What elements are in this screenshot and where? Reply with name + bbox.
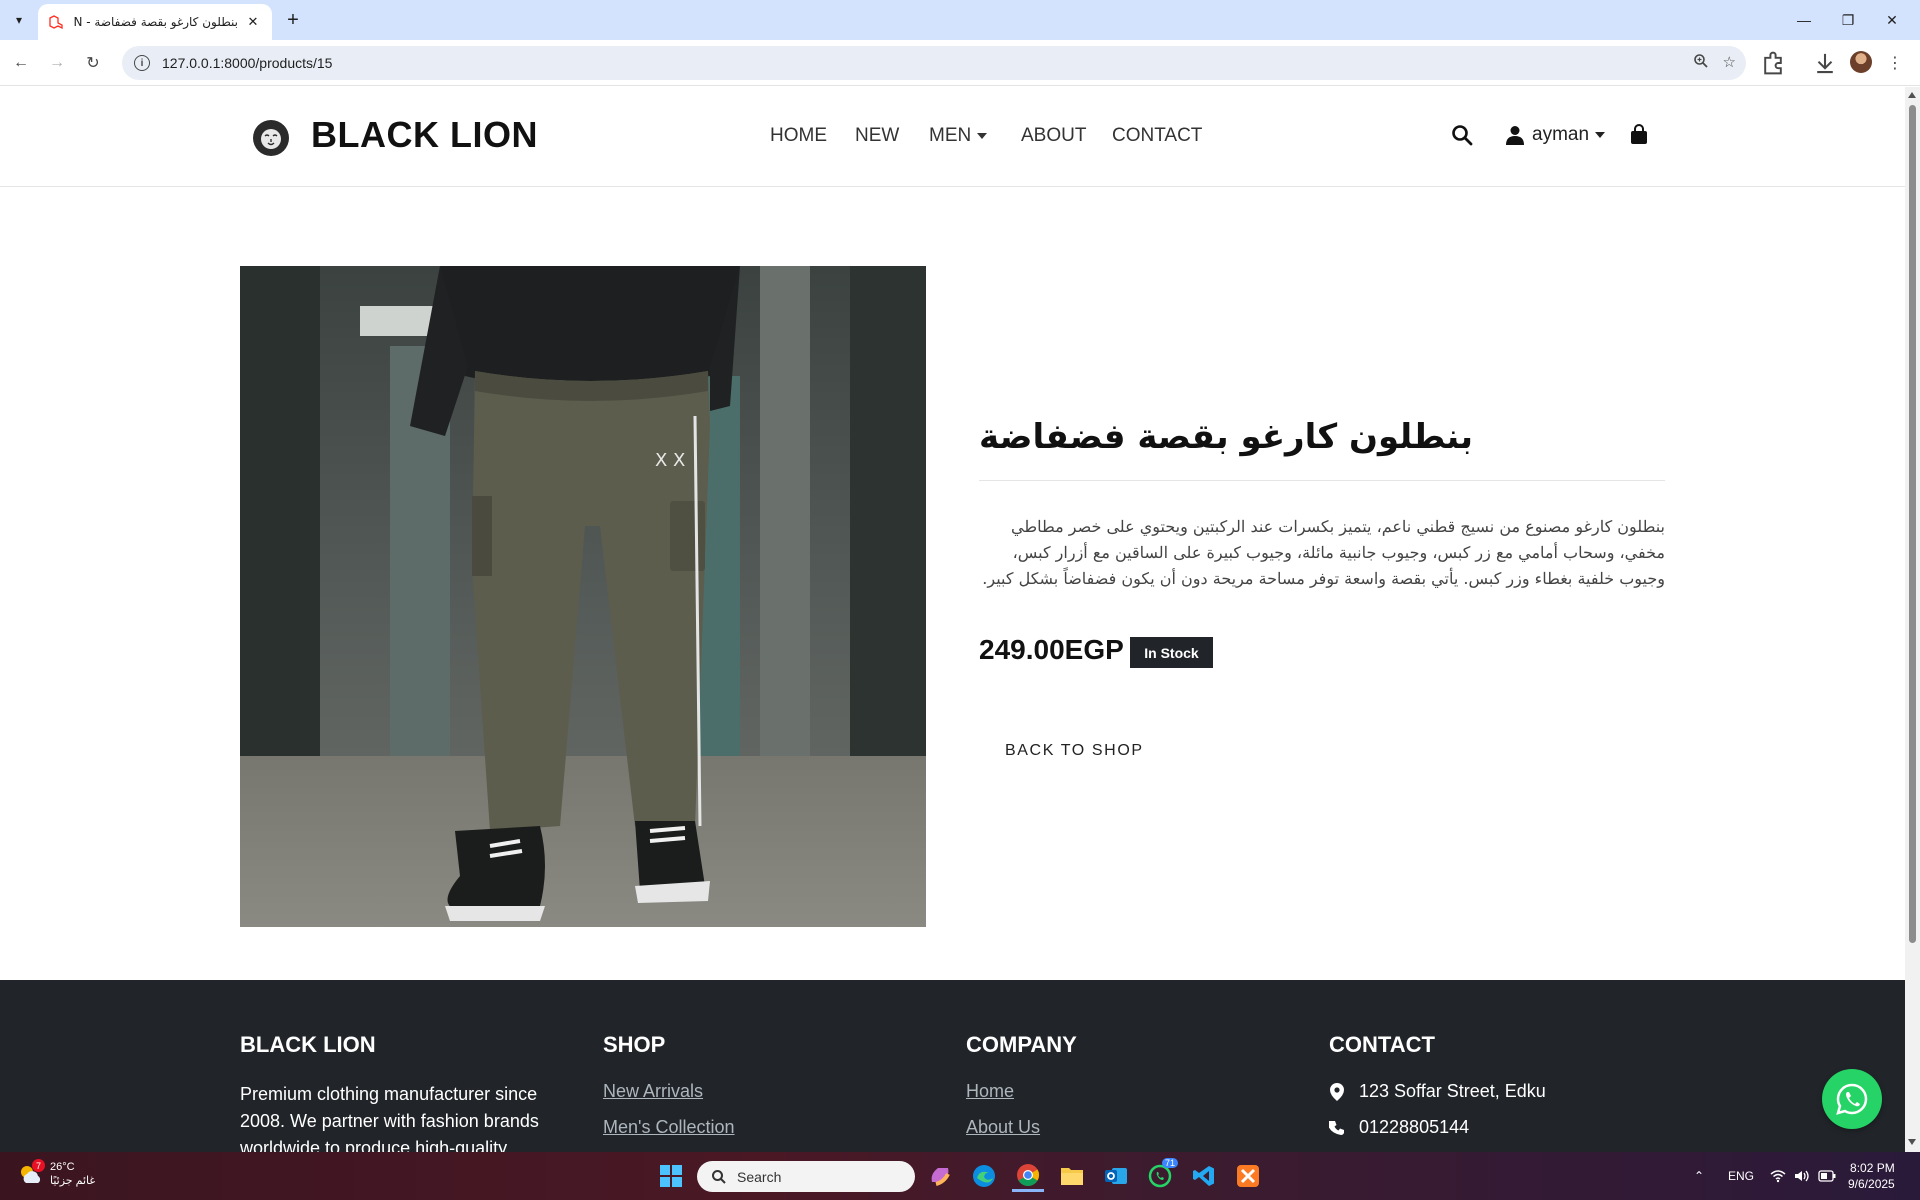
footer-heading-company: COMPANY bbox=[966, 1032, 1077, 1057]
svg-text:X X: X X bbox=[655, 450, 685, 471]
close-window-icon[interactable]: ✕ bbox=[1870, 6, 1914, 34]
partly-cloudy-icon: 7 bbox=[18, 1159, 45, 1185]
footer-link-mens-collection[interactable]: Men's Collection bbox=[603, 1117, 735, 1138]
chevron-down-icon bbox=[1595, 132, 1606, 138]
browser-tab[interactable]: بنطلون كارغو بقصة فضفاضة - N ✕ bbox=[38, 4, 272, 40]
product-price: 249.00EGP bbox=[979, 634, 1124, 665]
nav-contact[interactable]: CONTACT bbox=[1112, 125, 1202, 147]
lion-logo-icon[interactable] bbox=[250, 117, 292, 159]
stock-badge: In Stock bbox=[1130, 637, 1213, 668]
scroll-up-icon[interactable] bbox=[1908, 92, 1916, 98]
chevron-down-icon bbox=[977, 132, 988, 139]
footer-about-text: Premium clothing manufacturer since 2008… bbox=[240, 1084, 539, 1152]
edge-icon[interactable] bbox=[968, 1160, 1000, 1192]
nav-men-label: MEN bbox=[929, 125, 972, 146]
taskbar-search[interactable]: Search bbox=[697, 1161, 915, 1192]
footer-link-home[interactable]: Home bbox=[966, 1081, 1014, 1102]
profile-avatar[interactable] bbox=[1850, 51, 1872, 73]
restore-icon[interactable]: ❐ bbox=[1826, 6, 1870, 34]
footer-heading-shop: SHOP bbox=[603, 1032, 666, 1057]
browser-tab-bar: ▾ بنطلون كارغو بقصة فضفاضة - N ✕ + — ❐ ✕ bbox=[0, 0, 1920, 40]
extensions-icon[interactable] bbox=[1760, 50, 1786, 76]
map-pin-icon bbox=[1329, 1082, 1345, 1101]
footer-link-new-arrivals[interactable]: New Arrivals bbox=[603, 1081, 703, 1102]
footer-heading-brand: BLACK LION bbox=[240, 1032, 376, 1057]
clock-date: 9/6/2025 bbox=[1848, 1177, 1895, 1191]
address-url: 127.0.0.1:8000/products/15 bbox=[162, 55, 333, 71]
forward-arrow-icon[interactable]: → bbox=[44, 50, 70, 76]
tab-search-icon[interactable]: ▾ bbox=[8, 9, 30, 31]
user-menu[interactable]: ayman bbox=[1506, 124, 1606, 146]
footer-address: 123 Soffar Street, Edku bbox=[1329, 1081, 1546, 1102]
bookmark-star-icon[interactable]: ☆ bbox=[1723, 53, 1736, 71]
system-clock[interactable]: 8:02 PM 9/6/2025 bbox=[1848, 1160, 1895, 1192]
site-footer: BLACK LION Premium clothing manufacturer… bbox=[0, 980, 1905, 1152]
reload-icon[interactable]: ↻ bbox=[80, 50, 106, 76]
windows-taskbar: 7 26°C غائم جزئيًا Search 71 ⌃ ENG 8:02 … bbox=[0, 1152, 1920, 1200]
phone-icon bbox=[1329, 1120, 1345, 1136]
scroll-down-icon[interactable] bbox=[1908, 1139, 1916, 1145]
wifi-icon[interactable] bbox=[1770, 1152, 1786, 1200]
footer-heading-contact: CONTACT bbox=[1329, 1032, 1435, 1057]
tab-close-icon[interactable]: ✕ bbox=[244, 13, 262, 31]
product-title: بنطلون كارغو بقصة فضفاضة bbox=[979, 417, 1473, 457]
whatsapp-chat-button[interactable] bbox=[1822, 1069, 1882, 1129]
footer-phone-text: 01228805144 bbox=[1359, 1117, 1470, 1137]
footer-address-text: 123 Soffar Street, Edku bbox=[1359, 1081, 1546, 1101]
xampp-icon[interactable] bbox=[1232, 1160, 1264, 1192]
site-header: BLACK LION HOME NEW MEN ABOUT CONTACT ay… bbox=[0, 87, 1905, 187]
weather-widget[interactable]: 7 26°C غائم جزئيًا bbox=[18, 1159, 96, 1188]
tab-title: بنطلون كارغو بقصة فضفاضة - N bbox=[73, 15, 238, 29]
nav-about[interactable]: ABOUT bbox=[1021, 125, 1086, 147]
address-bar[interactable]: i 127.0.0.1:8000/products/15 ☆ bbox=[122, 46, 1746, 80]
taskbar-search-placeholder: Search bbox=[737, 1168, 782, 1185]
language-indicator[interactable]: ENG bbox=[1728, 1152, 1754, 1200]
footer-phone: 01228805144 bbox=[1329, 1117, 1469, 1138]
nav-new[interactable]: NEW bbox=[855, 125, 899, 147]
tray-overflow-icon[interactable]: ⌃ bbox=[1694, 1152, 1704, 1200]
search-icon bbox=[712, 1169, 726, 1184]
back-to-shop-button[interactable]: BACK TO SHOP bbox=[1005, 742, 1144, 760]
outlook-icon[interactable] bbox=[1100, 1160, 1132, 1192]
product-description: بنطلون كارغو مصنوع من نسيج قطني ناعم، يت… bbox=[982, 517, 1665, 588]
chrome-icon[interactable] bbox=[1012, 1160, 1044, 1192]
zoom-icon[interactable] bbox=[1693, 53, 1709, 69]
user-icon bbox=[1506, 126, 1524, 145]
page-scrollbar[interactable] bbox=[1905, 87, 1920, 1152]
footer-link-about-us[interactable]: About Us bbox=[966, 1117, 1040, 1138]
page-viewport: BLACK LION HOME NEW MEN ABOUT CONTACT ay… bbox=[0, 87, 1905, 1152]
clock-time: 8:02 PM bbox=[1850, 1161, 1895, 1175]
chrome-menu-icon[interactable]: ⋮ bbox=[1882, 50, 1908, 76]
nav-men[interactable]: MEN bbox=[929, 125, 988, 147]
volume-icon[interactable] bbox=[1794, 1152, 1810, 1200]
shopping-bag-icon[interactable] bbox=[1628, 124, 1650, 146]
browser-toolbar: ← → ↻ i 127.0.0.1:8000/products/15 ☆ ⋮ bbox=[0, 40, 1920, 86]
nav-home[interactable]: HOME bbox=[770, 125, 827, 147]
copilot-icon[interactable] bbox=[924, 1160, 956, 1192]
back-arrow-icon[interactable]: ← bbox=[8, 50, 34, 76]
weather-temp: 26°C bbox=[50, 1161, 75, 1173]
file-explorer-icon[interactable] bbox=[1056, 1160, 1088, 1192]
weather-desc: غائم جزئيًا bbox=[50, 1175, 96, 1187]
scroll-thumb[interactable] bbox=[1909, 105, 1916, 943]
whatsapp-icon bbox=[1836, 1083, 1868, 1115]
brand-name[interactable]: BLACK LION bbox=[311, 114, 538, 156]
vscode-icon[interactable] bbox=[1188, 1160, 1220, 1192]
whatsapp-taskbar-icon[interactable]: 71 bbox=[1144, 1158, 1179, 1192]
windows-start-icon[interactable] bbox=[655, 1160, 687, 1192]
product-image: X X bbox=[240, 266, 926, 927]
title-divider bbox=[979, 480, 1665, 481]
minimize-icon[interactable]: — bbox=[1782, 6, 1826, 34]
search-icon[interactable] bbox=[1451, 124, 1473, 146]
new-tab-icon[interactable]: + bbox=[282, 9, 304, 31]
whatsapp-unread-badge: 71 bbox=[1162, 1158, 1179, 1168]
site-info-icon[interactable]: i bbox=[134, 55, 150, 71]
user-name: ayman bbox=[1532, 124, 1590, 145]
battery-icon[interactable] bbox=[1818, 1152, 1836, 1200]
laravel-favicon-icon bbox=[49, 15, 63, 30]
weather-alert-badge: 7 bbox=[32, 1159, 45, 1172]
download-icon[interactable] bbox=[1812, 50, 1838, 76]
